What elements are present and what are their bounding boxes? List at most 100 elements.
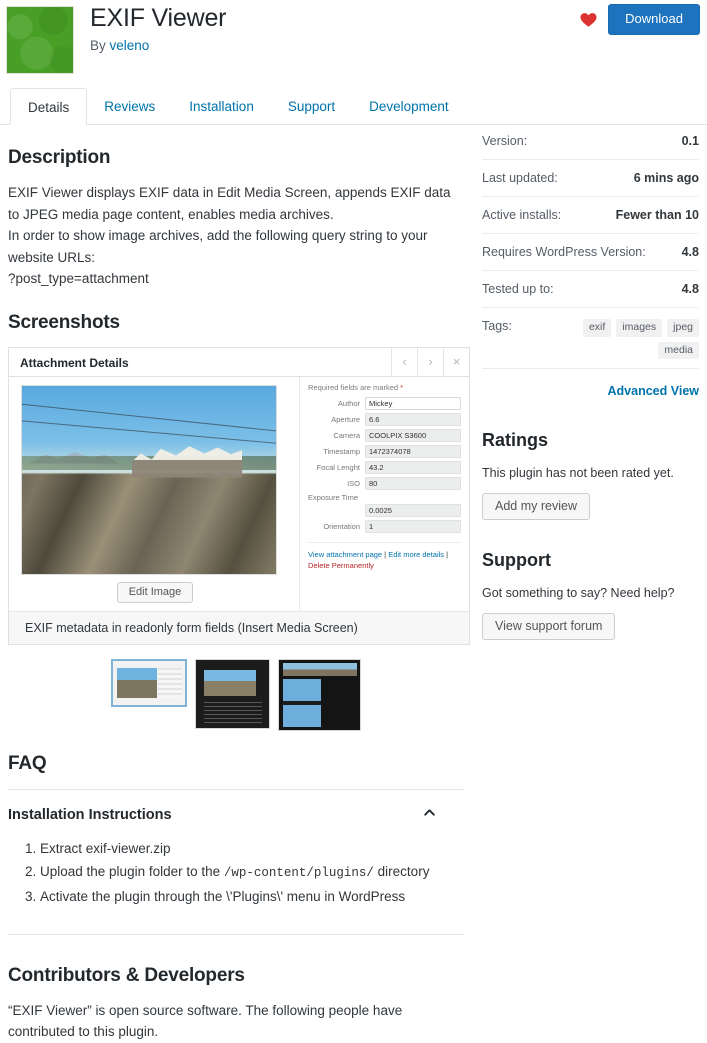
field-label: Exposure Time <box>308 492 359 502</box>
screenshots-heading: Screenshots <box>8 311 120 333</box>
thumbnail-2[interactable] <box>195 658 270 729</box>
add-my-review-button[interactable]: Add my review <box>482 493 590 521</box>
screenshot-thumbnails <box>8 645 464 731</box>
advanced-view-row: Advanced View <box>482 369 699 400</box>
attachment-preview: Edit Image <box>9 376 300 611</box>
faq-section: Installation Instructions Extract exif-v… <box>8 788 464 908</box>
edit-image-button[interactable]: Edit Image <box>116 581 194 603</box>
heart-icon[interactable] <box>579 10 598 29</box>
field-orientation: Orientation 1 <box>308 519 461 533</box>
meta-row-tested-up-to: Tested up to: 4.8 <box>482 271 699 308</box>
plugin-header: EXIF Viewer By veleno Download <box>0 0 707 88</box>
field-label: Orientation <box>323 521 360 531</box>
description-line-3: ?post_type=attachment <box>8 271 149 286</box>
field-exposure-time: Exposure Time 0.0025 <box>308 493 461 517</box>
tab-details[interactable]: Details <box>10 88 88 125</box>
view-support-forum-button[interactable]: View support forum <box>482 613 616 641</box>
edit-more-details-link[interactable]: Edit more details <box>388 550 444 559</box>
screenshot-caption: EXIF metadata in readonly form fields (I… <box>9 610 469 644</box>
field-label: Focal Lenght <box>316 462 360 472</box>
attachment-links: View attachment page | Edit more details… <box>308 541 461 571</box>
attachment-photo <box>21 384 277 575</box>
meta-value: 4.8 <box>681 282 699 296</box>
meta-value: 0.1 <box>681 134 699 148</box>
thumbnail-1[interactable] <box>111 658 187 707</box>
page-layout: Description EXIF Viewer displays EXIF da… <box>0 125 707 1043</box>
plugin-byline: By veleno <box>90 38 149 53</box>
field-timestamp: Timestamp 1472374078 <box>308 444 461 458</box>
faq-item-header[interactable]: Installation Instructions <box>8 806 464 824</box>
iso-field[interactable]: 80 <box>365 476 461 490</box>
meta-value: 4.8 <box>681 245 699 259</box>
ratings-heading: Ratings <box>482 430 549 451</box>
advanced-view-link[interactable]: Advanced View <box>608 384 699 398</box>
required-star: * <box>400 382 404 392</box>
close-icon[interactable]: × <box>443 347 469 376</box>
description-line-1: EXIF Viewer displays EXIF data in Edit M… <box>8 185 451 222</box>
tab-reviews[interactable]: Reviews <box>87 88 172 124</box>
field-aperture: Aperture 6.6 <box>308 412 461 426</box>
page-title: EXIF Viewer <box>90 4 227 32</box>
exposure-time-field[interactable]: 0.0025 <box>365 503 461 517</box>
tag-list: exif images jpeg media <box>559 319 699 360</box>
chevron-up-icon[interactable] <box>423 806 436 824</box>
field-author: Author Mickey <box>308 396 461 410</box>
description-line-2: In order to show image archives, add the… <box>8 228 428 265</box>
meta-value: Fewer than 10 <box>615 208 699 222</box>
contributors-text: “EXIF Viewer” is open source software. T… <box>8 1002 403 1040</box>
attachment-details-bar: Attachment Details ‹ › × <box>9 347 469 377</box>
tag-jpeg[interactable]: jpeg <box>667 319 699 337</box>
tag-exif[interactable]: exif <box>582 319 612 337</box>
chevron-right-icon[interactable]: › <box>417 347 443 376</box>
faq-question: Installation Instructions <box>8 806 172 823</box>
faq-steps: Extract exif-viewer.zip Upload the plugi… <box>8 837 464 908</box>
tab-development[interactable]: Development <box>352 88 466 124</box>
screenshot-panel: Attachment Details ‹ › × Edit Image Requ… <box>8 346 470 645</box>
required-fields-note: Required fields are marked * <box>308 383 461 392</box>
link-separator: | <box>444 549 449 559</box>
tab-support[interactable]: Support <box>271 88 352 124</box>
meta-key: Last updated: <box>482 171 558 185</box>
author-field[interactable]: Mickey <box>365 396 461 410</box>
sidebar: Version: 0.1 Last updated: 6 mins ago Ac… <box>478 125 699 1043</box>
tags-label: Tags: <box>482 319 512 333</box>
faq-step: Activate the plugin through the \'Plugin… <box>40 885 464 908</box>
faq-heading: FAQ <box>8 752 47 774</box>
meta-row-tags: Tags: exif images jpeg media <box>482 308 699 370</box>
view-attachment-page-link[interactable]: View attachment page <box>308 550 382 559</box>
camera-field[interactable]: COOLPIX S3600 <box>365 428 461 442</box>
faq-step-text: Extract exif-viewer.zip <box>40 840 171 856</box>
header-actions: Download <box>579 4 700 35</box>
support-text: Got something to say? Need help? <box>482 586 675 601</box>
main-column: Description EXIF Viewer displays EXIF da… <box>8 125 478 1043</box>
attachment-details-body: Edit Image Required fields are marked * … <box>9 376 469 611</box>
meta-key: Requires WordPress Version: <box>482 245 646 259</box>
tab-installation[interactable]: Installation <box>172 88 271 124</box>
focal-lenght-field[interactable]: 43.2 <box>365 460 461 474</box>
author-link[interactable]: veleno <box>110 38 150 53</box>
tag-images[interactable]: images <box>616 319 663 337</box>
faq-step-code: /wp-content/plugins/ <box>223 865 374 880</box>
aperture-field[interactable]: 6.6 <box>365 412 461 426</box>
field-camera: Camera COOLPIX S3600 <box>308 428 461 442</box>
faq-step-text-post: directory <box>373 863 430 879</box>
orientation-field[interactable]: 1 <box>365 519 461 533</box>
meta-key: Tested up to: <box>482 282 554 296</box>
support-heading: Support <box>482 550 551 571</box>
meta-row-last-updated: Last updated: 6 mins ago <box>482 160 699 197</box>
faq-step-text: Activate the plugin through the \'Plugin… <box>40 888 406 904</box>
field-label: Timestamp <box>323 446 360 456</box>
faq-step: Extract exif-viewer.zip <box>40 837 464 860</box>
field-label: Author <box>337 398 360 408</box>
timestamp-field[interactable]: 1472374078 <box>365 444 461 458</box>
meta-value: 6 mins ago <box>633 171 699 185</box>
tag-media[interactable]: media <box>658 341 699 360</box>
ratings-text: This plugin has not been rated yet. <box>482 466 674 481</box>
thumbnail-3[interactable] <box>278 658 361 731</box>
download-button[interactable]: Download <box>608 4 700 35</box>
delete-permanently-link[interactable]: Delete Permanently <box>308 561 374 570</box>
meta-row-requires-wordpress-version: Requires WordPress Version: 4.8 <box>482 234 699 271</box>
chevron-left-icon[interactable]: ‹ <box>391 347 417 376</box>
tab-bar: Details Reviews Installation Support Dev… <box>0 88 707 125</box>
meta-row-active-installs: Active installs: Fewer than 10 <box>482 197 699 234</box>
